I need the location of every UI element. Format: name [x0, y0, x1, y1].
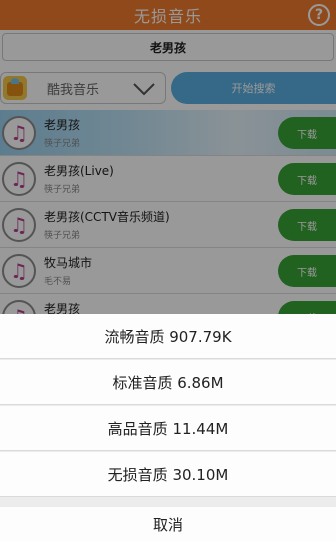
- quality-option-high[interactable]: 高品音质 11.44M: [0, 406, 336, 451]
- quality-option-lossless[interactable]: 无损音质 30.10M: [0, 452, 336, 497]
- quality-action-sheet: 流畅音质 907.79K 标准音质 6.86M 高品音质 11.44M 无损音质…: [0, 314, 336, 541]
- quality-option-standard[interactable]: 标准音质 6.86M: [0, 360, 336, 405]
- cancel-button[interactable]: 取消: [0, 507, 336, 541]
- quality-option-smooth[interactable]: 流畅音质 907.79K: [0, 314, 336, 359]
